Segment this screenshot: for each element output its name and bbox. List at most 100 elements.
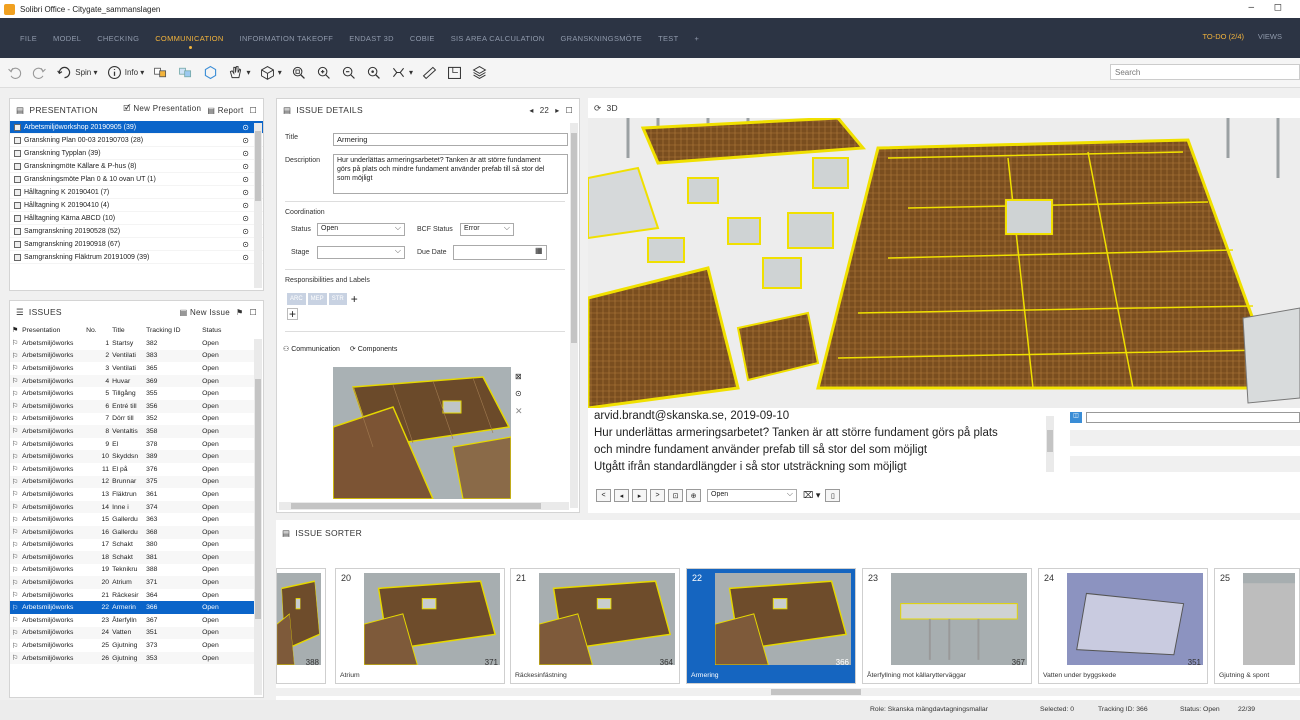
details-hscrollbar[interactable] xyxy=(279,502,569,510)
issue-row[interactable]: ⚐ Arbetsmiljöworks 14 Inne i 374 Open xyxy=(10,500,254,514)
issue-row[interactable]: ⚐ Arbetsmiljöworks 19 Teknikru 388 Open xyxy=(10,564,254,577)
issue-row[interactable]: ⚐ Arbetsmiljöworks 7 Dörr till 352 Open xyxy=(10,413,254,426)
issue-flag-icon[interactable]: ⚐ xyxy=(10,564,20,577)
issue-flag-icon[interactable]: ⚐ xyxy=(10,639,20,652)
isolate-icon[interactable] xyxy=(202,64,219,81)
issue-flag-icon[interactable]: ⚐ xyxy=(10,500,21,514)
floor-plan-icon[interactable] xyxy=(446,64,463,81)
zoom-out-icon[interactable] xyxy=(340,64,357,81)
flag-column-icon[interactable]: ⚑ xyxy=(10,323,20,337)
issue-row[interactable]: ⚐ Arbetsmiljöworks 4 Huvar 369 Open xyxy=(10,374,254,388)
issue-flag-icon[interactable]: ⚐ xyxy=(10,488,20,501)
app-switch-icon[interactable]: ◫ xyxy=(1070,412,1082,423)
tab-checking[interactable]: CHECKING xyxy=(97,34,139,43)
add-label-icon[interactable]: + xyxy=(351,292,358,306)
issue-flag-icon[interactable]: ⚐ xyxy=(10,438,20,451)
delete-snapshot-icon[interactable]: ✕ xyxy=(515,406,523,417)
presentation-item[interactable]: Arbetsmiljöworkshop 20190905 (39) ⊙ xyxy=(10,121,263,134)
due-date-field[interactable] xyxy=(453,245,547,260)
views-button[interactable]: VIEWS xyxy=(1258,32,1282,41)
issue-flag-icon[interactable]: ⚐ xyxy=(10,349,21,363)
issue-flag-icon[interactable]: ⚐ xyxy=(10,651,21,665)
issue-row[interactable]: ⚐ Arbetsmiljöworks 24 Vatten 351 Open xyxy=(10,626,254,640)
col-no[interactable]: No. xyxy=(84,323,110,337)
info-button[interactable]: Info ▾ xyxy=(106,64,144,81)
issue-row[interactable]: ⚐ Arbetsmiljöworks 17 Schakt 380 Open xyxy=(10,539,254,552)
presentation-item[interactable]: Samgranskning 20190528 (52) ⊙ xyxy=(10,225,263,238)
issue-card[interactable]: 22 366 Armering xyxy=(686,568,856,684)
issue-row[interactable]: ⚐ Arbetsmiljöworks 2 Ventilati 383 Open xyxy=(10,349,254,363)
issue-row[interactable]: ⚐ Arbetsmiljöworks 23 Återfylln 367 Open xyxy=(10,614,254,627)
issue-flag-icon[interactable]: ⚐ xyxy=(10,626,21,640)
maximize-icon[interactable]: ◻ xyxy=(1274,2,1282,13)
issue-row[interactable]: ⚐ Arbetsmiljöworks 11 El på 376 Open xyxy=(10,463,254,476)
hand-tool-icon[interactable]: ▾ xyxy=(227,64,251,81)
section-icon[interactable]: ⌧ ▾ xyxy=(803,490,820,501)
issue-row[interactable]: ⚐ Arbetsmiljöworks 13 Fläktrun 361 Open xyxy=(10,488,254,501)
viewpoint-icon[interactable]: ▯ xyxy=(825,489,841,502)
issue-flag-icon[interactable]: ⚐ xyxy=(10,513,20,526)
visibility-icon[interactable]: ⊙ xyxy=(242,238,249,251)
snapshot-image[interactable] xyxy=(333,367,511,499)
zoom-fit-icon[interactable] xyxy=(290,64,307,81)
presentation-item[interactable]: Hålltagning K 20190410 (4) ⊙ xyxy=(10,199,263,212)
issue-row[interactable]: ⚐ Arbetsmiljöworks 3 Ventilati 365 Open xyxy=(10,362,254,375)
visibility-icon[interactable]: ⊙ xyxy=(242,173,249,186)
presentation-item[interactable]: Granskningsmöte Plan 0 & 10 ovan UT (1) ⊙ xyxy=(10,173,263,186)
visibility-icon[interactable]: ⊙ xyxy=(242,134,249,147)
issue-flag-icon[interactable]: ⚐ xyxy=(10,463,20,476)
todo-button[interactable]: TO-DO (2/4) xyxy=(1202,32,1244,41)
tab-cobie[interactable]: COBIE xyxy=(410,34,435,43)
tab-components[interactable]: ⟳ Components xyxy=(350,345,398,353)
maximize-issues-icon[interactable]: ☐ xyxy=(250,308,257,317)
issue-row[interactable]: ⚐ Arbetsmiljöworks 15 Gallerdu 363 Open xyxy=(10,513,254,526)
issue-card[interactable]: 388 xyxy=(276,568,326,684)
last-comment-icon[interactable]: > xyxy=(650,489,665,502)
issue-flag-icon[interactable]: ⚐ xyxy=(10,614,20,627)
issue-flag-icon[interactable]: ⚐ xyxy=(10,589,20,602)
title-field[interactable]: Armering xyxy=(333,133,568,146)
next-comment-icon[interactable]: ▸ xyxy=(632,489,647,502)
issue-row[interactable]: ⚐ Arbetsmiljöworks 5 Tillgång 355 Open xyxy=(10,387,254,400)
stage-select[interactable] xyxy=(317,246,405,259)
visibility-icon[interactable]: ⊙ xyxy=(242,186,249,199)
issue-flag-icon[interactable]: ⚐ xyxy=(10,539,20,552)
section-box-icon[interactable]: ▾ xyxy=(390,64,413,81)
presentation-item[interactable]: Hålltagning K 20190401 (7) ⊙ xyxy=(10,186,263,199)
spin-button[interactable]: Spin ▾ xyxy=(56,64,98,81)
col-tracking-id[interactable]: Tracking ID xyxy=(144,323,200,337)
issue-row[interactable]: ⚐ Arbetsmiljöworks 22 Armerin 366 Open xyxy=(10,601,254,615)
tab-endast-3d[interactable]: ENDAST 3D xyxy=(349,34,394,43)
issue-row[interactable]: ⚐ Arbetsmiljöworks 20 Atrium 371 Open xyxy=(10,576,254,589)
tab-granskningsmote[interactable]: GRANSKNINGSMÖTE xyxy=(561,34,643,43)
tab-sis-area-calculation[interactable]: SIS AREA CALCULATION xyxy=(451,34,545,43)
tab-information-takeoff[interactable]: INFORMATION TAKEOFF xyxy=(240,34,334,43)
minimize-icon[interactable]: – xyxy=(1248,2,1254,13)
issue-flag-icon[interactable]: ⚐ xyxy=(10,525,21,539)
zoom-snapshot-icon[interactable]: ⊠ xyxy=(515,372,522,381)
issues-scrollbar[interactable] xyxy=(254,339,262,695)
maximize-details-icon[interactable]: ☐ xyxy=(566,106,573,115)
search-input[interactable]: Search xyxy=(1110,64,1300,80)
next-issue-icon[interactable]: ▸ xyxy=(555,106,559,115)
issue-flag-icon[interactable]: ⚐ xyxy=(10,337,20,350)
issue-flag-icon[interactable]: ⚐ xyxy=(10,450,21,463)
flag-icon[interactable]: ⚑ xyxy=(236,308,243,317)
issue-flag-icon[interactable]: ⚐ xyxy=(10,475,21,489)
tab-communication[interactable]: COMMUNICATION xyxy=(155,34,223,49)
zoom-selected-icon[interactable] xyxy=(365,64,382,81)
issue-flag-icon[interactable]: ⚐ xyxy=(10,601,21,615)
first-comment-icon[interactable]: < xyxy=(596,489,611,502)
comment-status-select[interactable]: Open xyxy=(707,489,797,502)
col-status[interactable]: Status xyxy=(200,323,254,337)
tab-test[interactable]: TEST xyxy=(658,34,678,43)
redo-icon[interactable] xyxy=(31,64,48,81)
add-responsibility-icon[interactable]: + xyxy=(287,308,299,320)
presentation-item[interactable]: Samgranskning Fläktrum 20191009 (39) ⊙ xyxy=(10,251,263,264)
issue-row[interactable]: ⚐ Arbetsmiljöworks 6 Entré till 356 Open xyxy=(10,399,254,413)
issue-flag-icon[interactable]: ⚐ xyxy=(10,413,20,426)
layers-icon[interactable] xyxy=(471,64,488,81)
issue-card[interactable]: 21 364 Räckesinfästning xyxy=(510,568,680,684)
details-scrollbar[interactable] xyxy=(570,123,578,508)
presentation-item[interactable]: Hålltagning Kärna ABCD (10) ⊙ xyxy=(10,212,263,225)
